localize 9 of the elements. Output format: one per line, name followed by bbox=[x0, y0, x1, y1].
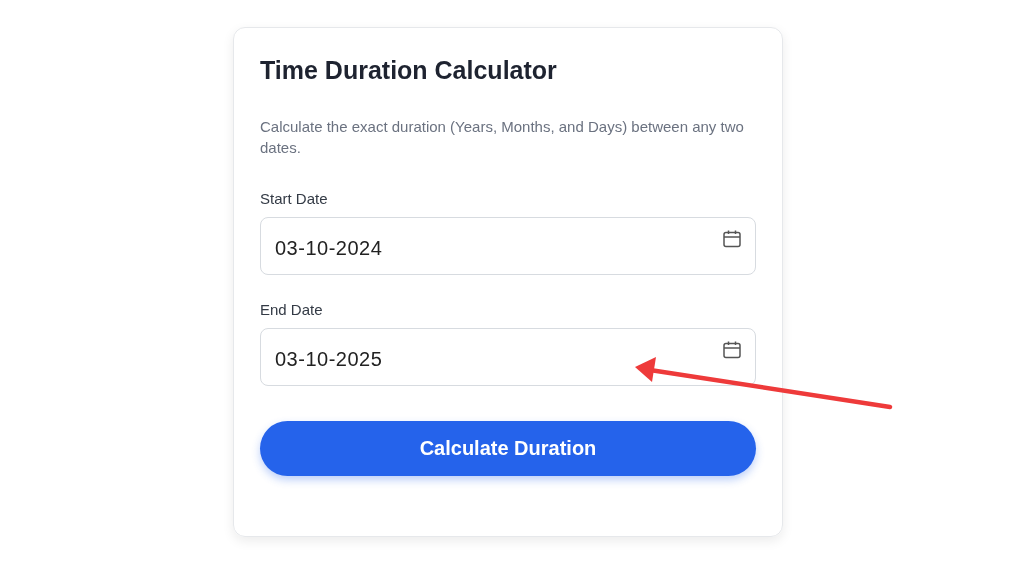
calculate-button[interactable]: Calculate Duration bbox=[260, 421, 756, 476]
calendar-icon[interactable] bbox=[722, 340, 742, 360]
calendar-icon[interactable] bbox=[722, 229, 742, 249]
field-label: Start Date bbox=[260, 190, 329, 207]
description: Calculate the exact duration (Years, Months, and Days) between any two dates. bbox=[260, 117, 745, 158]
date-field[interactable]: 03-10-2025 bbox=[260, 328, 756, 386]
field-label: End Date bbox=[260, 301, 324, 318]
date-field[interactable]: 03-10-2024 bbox=[260, 217, 756, 275]
card-title: Time Duration Calculator bbox=[260, 56, 558, 85]
